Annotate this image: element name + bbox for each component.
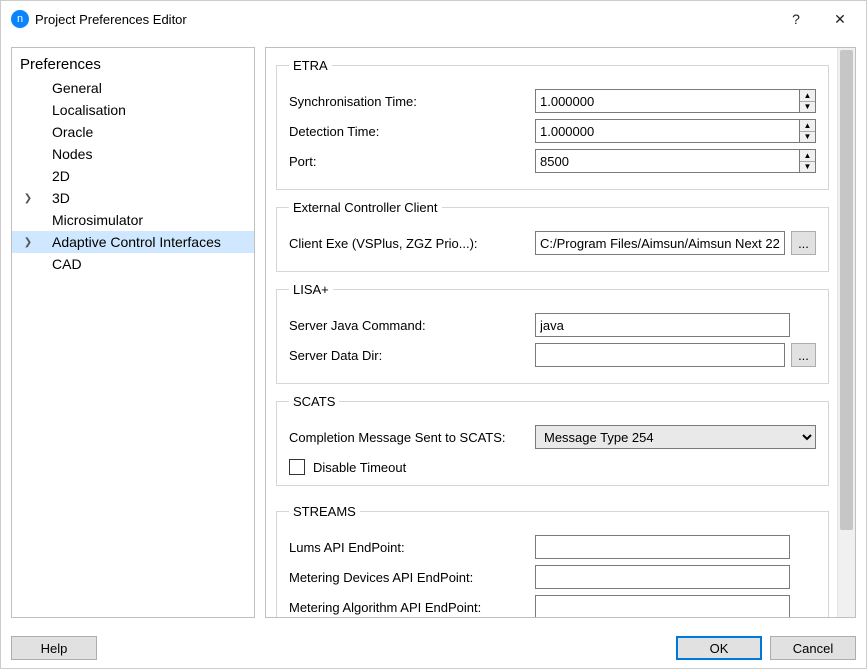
data-dir-browse-button[interactable]: ... (791, 343, 816, 367)
port-spinner[interactable]: ▲▼ (799, 149, 816, 173)
sidebar-item-nodes[interactable]: Nodes (12, 143, 254, 165)
chevron-right-icon[interactable]: ❯ (22, 237, 34, 248)
disable-timeout-checkbox[interactable] (289, 459, 305, 475)
window-title: Project Preferences Editor (29, 12, 774, 27)
completion-msg-combo[interactable]: Message Type 254 (535, 425, 816, 449)
detection-time-label: Detection Time: (289, 124, 535, 139)
lisa-group: LISA+ Server Java Command: Server Data D… (276, 282, 829, 384)
data-dir-input[interactable] (535, 343, 785, 367)
settings-scroll: ETRA Synchronisation Time: ▲▼ Detection … (266, 48, 837, 617)
disable-timeout-label: Disable Timeout (313, 460, 406, 475)
scats-legend: SCATS (289, 394, 339, 409)
lums-endpoint-label: Lums API EndPoint: (289, 540, 535, 555)
sidebar-item-cad[interactable]: CAD (12, 253, 254, 275)
close-icon[interactable]: ✕ (818, 1, 862, 37)
sidebar-item-localisation[interactable]: Localisation (12, 99, 254, 121)
sidebar-item-label: Adaptive Control Interfaces (52, 234, 221, 250)
etra-legend: ETRA (289, 58, 332, 73)
sidebar-item-oracle[interactable]: Oracle (12, 121, 254, 143)
scats-group: SCATS Completion Message Sent to SCATS: … (276, 394, 829, 486)
port-label: Port: (289, 154, 535, 169)
vertical-scrollbar[interactable] (837, 48, 855, 617)
detection-time-spinner[interactable]: ▲▼ (799, 119, 816, 143)
port-input[interactable] (535, 149, 799, 173)
metering-devices-label: Metering Devices API EndPoint: (289, 570, 535, 585)
lisa-legend: LISA+ (289, 282, 333, 297)
preferences-tree[interactable]: Preferences General Localisation Oracle Nod… (11, 47, 255, 618)
sidebar-item-label: Nodes (52, 146, 92, 162)
sync-time-input[interactable] (535, 89, 799, 113)
help-icon[interactable]: ? (774, 1, 818, 37)
sync-time-spinner[interactable]: ▲▼ (799, 89, 816, 113)
client-exe-input[interactable] (535, 231, 785, 255)
client-exe-label: Client Exe (VSPlus, ZGZ Prio...): (289, 236, 535, 251)
sidebar-item-label: General (52, 80, 102, 96)
chevron-right-icon[interactable]: ❯ (22, 193, 34, 204)
cancel-button[interactable]: Cancel (770, 636, 856, 660)
app-icon: n (11, 10, 29, 28)
sidebar-item-label: 3D (52, 190, 70, 206)
titlebar: n Project Preferences Editor ? ✕ (1, 1, 866, 37)
body: Preferences General Localisation Oracle Nod… (1, 37, 866, 628)
sidebar-item-microsimulator[interactable]: Microsimulator (12, 209, 254, 231)
sidebar-item-label: CAD (52, 256, 82, 272)
metering-algorithm-input[interactable] (535, 595, 790, 617)
settings-panel: ETRA Synchronisation Time: ▲▼ Detection … (265, 47, 856, 618)
scrollbar-thumb[interactable] (840, 50, 853, 530)
sidebar-item-adaptive-control-interfaces[interactable]: ❯ Adaptive Control Interfaces (12, 231, 254, 253)
help-button[interactable]: Help (11, 636, 97, 660)
sidebar-item-label: 2D (52, 168, 70, 184)
metering-algorithm-label: Metering Algorithm API EndPoint: (289, 600, 535, 615)
completion-msg-label: Completion Message Sent to SCATS: (289, 430, 535, 445)
sync-time-label: Synchronisation Time: (289, 94, 535, 109)
lums-endpoint-input[interactable] (535, 535, 790, 559)
sidebar-item-label: Oracle (52, 124, 93, 140)
preferences-window: n Project Preferences Editor ? ✕ Prefere… (0, 0, 867, 669)
ok-button[interactable]: OK (676, 636, 762, 660)
streams-group: STREAMS Lums API EndPoint: Metering Devi… (276, 504, 829, 617)
dialog-footer: Help OK Cancel (1, 628, 866, 668)
sidebar-item-label: Microsimulator (52, 212, 143, 228)
sidebar-item-3d[interactable]: ❯ 3D (12, 187, 254, 209)
etra-group: ETRA Synchronisation Time: ▲▼ Detection … (276, 58, 829, 190)
sidebar-item-general[interactable]: General (12, 77, 254, 99)
sidebar-item-2d[interactable]: 2D (12, 165, 254, 187)
detection-time-input[interactable] (535, 119, 799, 143)
streams-legend: STREAMS (289, 504, 360, 519)
external-controller-group: External Controller Client Client Exe (V… (276, 200, 829, 272)
external-controller-legend: External Controller Client (289, 200, 442, 215)
tree-heading: Preferences (12, 52, 254, 77)
metering-devices-input[interactable] (535, 565, 790, 589)
data-dir-label: Server Data Dir: (289, 348, 535, 363)
sidebar-item-label: Localisation (52, 102, 126, 118)
java-command-label: Server Java Command: (289, 318, 535, 333)
client-exe-browse-button[interactable]: ... (791, 231, 816, 255)
java-command-input[interactable] (535, 313, 790, 337)
